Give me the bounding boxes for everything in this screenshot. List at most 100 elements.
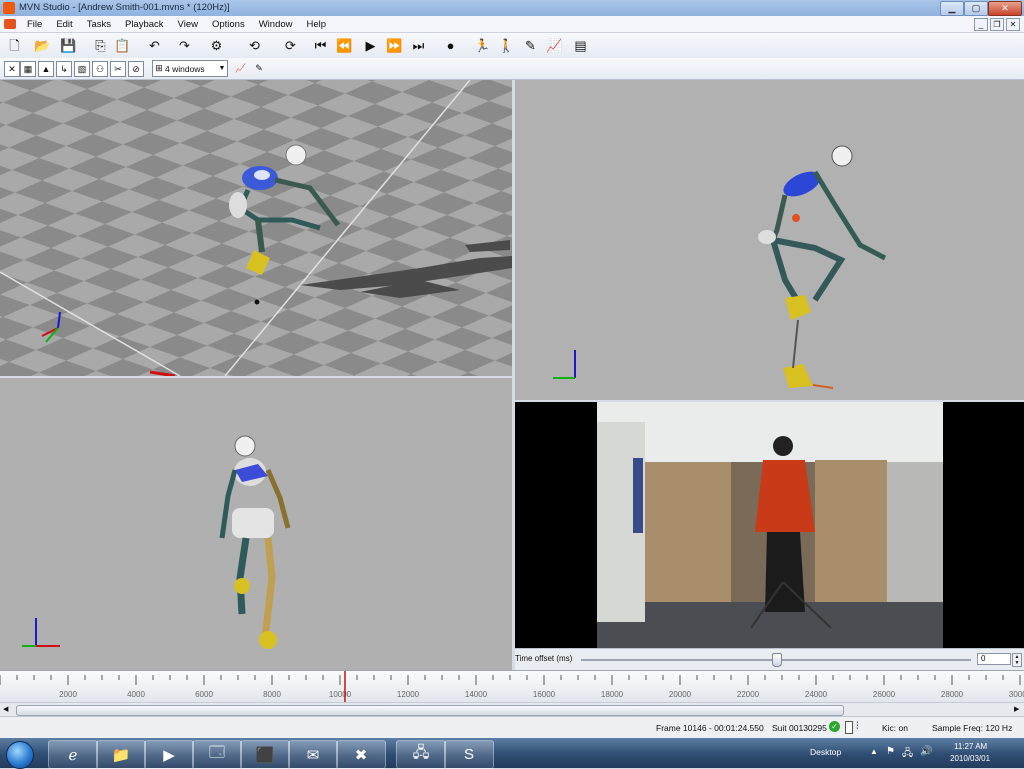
- perspective-viewport[interactable]: [0, 80, 512, 376]
- window-layout-select[interactable]: ⊞ 4 windows ▼: [152, 60, 228, 77]
- next-frame-icon[interactable]: ⏩: [386, 37, 403, 54]
- image-icon[interactable]: ▧: [74, 61, 90, 77]
- first-frame-icon[interactable]: ⏮: [312, 37, 329, 54]
- skeleton-icon[interactable]: ⚇: [92, 61, 108, 77]
- menu-bar: File Edit Tasks Playback View Options Wi…: [0, 16, 1024, 33]
- scroll-left-arrow[interactable]: ◀: [3, 705, 8, 713]
- taskbar-pdf-icon[interactable]: ⬛: [240, 740, 290, 769]
- save-icon[interactable]: 💾: [60, 37, 77, 54]
- close-button[interactable]: ✕: [988, 1, 1022, 16]
- timeline-tick-label: 30000: [1009, 690, 1024, 699]
- time-offset-input[interactable]: 0: [977, 653, 1011, 665]
- taskbar-mvn-icon[interactable]: ✖: [336, 740, 386, 769]
- network-icon[interactable]: 🖧: [902, 746, 913, 763]
- doc-close-button[interactable]: ✕: [1006, 18, 1020, 31]
- scroll-right-arrow[interactable]: ▶: [1014, 705, 1019, 713]
- time-offset-spinner[interactable]: ▲ ▼: [1012, 653, 1022, 667]
- scrollbar-thumb[interactable]: [16, 705, 844, 716]
- new-file-icon[interactable]: 🗋: [6, 37, 23, 54]
- edit-icon[interactable]: ✎: [522, 37, 539, 54]
- status-kic: Kic: on: [882, 723, 908, 733]
- show-hidden-icons-icon[interactable]: ▲: [870, 747, 878, 756]
- taskbar-mail-icon[interactable]: ✉: [288, 740, 338, 769]
- calibrate-icon[interactable]: ⚙: [208, 37, 225, 54]
- doc-restore-button[interactable]: ❐: [990, 18, 1004, 31]
- play-icon[interactable]: ▶: [362, 37, 379, 54]
- pencil-icon[interactable]: ✎: [252, 61, 266, 75]
- document-icon[interactable]: [4, 19, 16, 29]
- menu-help[interactable]: Help: [300, 19, 334, 30]
- graph-icon[interactable]: 📈: [546, 37, 563, 54]
- triangle-icon[interactable]: ▲: [38, 61, 54, 77]
- paste-icon[interactable]: 📋: [114, 37, 131, 54]
- taskbar-network-icon[interactable]: 🖧: [396, 740, 446, 769]
- video-viewport[interactable]: [515, 402, 1024, 648]
- body-dimensions-icon[interactable]: 🏃: [474, 37, 491, 54]
- menu-options[interactable]: Options: [205, 19, 252, 30]
- minimize-button[interactable]: ▁: [940, 1, 964, 16]
- status-bar: Frame 10146 - 00:01:24.550 Suit 00130295…: [0, 716, 1024, 739]
- timeline-tick-label: 24000: [805, 690, 828, 699]
- clock-time[interactable]: 11:27 AM: [954, 742, 987, 751]
- record-icon[interactable]: ●: [442, 37, 459, 54]
- clock-date[interactable]: 2010/03/01: [950, 754, 990, 763]
- taskbar-skype-icon[interactable]: S: [444, 740, 494, 769]
- menu-view[interactable]: View: [171, 19, 205, 30]
- timeline-tick-label: 20000: [669, 690, 692, 699]
- taskbar-media-player-icon[interactable]: ▶: [144, 740, 194, 769]
- no-entry-icon[interactable]: ⊘: [128, 61, 144, 77]
- timeline-tick-label: 22000: [737, 690, 760, 699]
- taskbar-window-icon[interactable]: 🗔: [192, 740, 242, 769]
- chart-icon[interactable]: 📈: [234, 61, 248, 75]
- menu-file[interactable]: File: [20, 19, 49, 30]
- flag-icon[interactable]: ⚑: [886, 746, 895, 757]
- menu-playback[interactable]: Playback: [118, 19, 171, 30]
- undo-icon[interactable]: ↶: [146, 37, 163, 54]
- timeline-scrollbar[interactable]: ◀ ▶: [0, 702, 1024, 717]
- document-window-controls: _ ❐ ✕: [974, 18, 1020, 31]
- reset-icon[interactable]: ⟲: [246, 37, 263, 54]
- battery-icon: [845, 721, 853, 734]
- chevron-down-icon: ▼: [218, 65, 226, 72]
- maximize-button[interactable]: ▢: [964, 1, 988, 16]
- start-button[interactable]: [6, 741, 34, 769]
- panel-icon[interactable]: ▤: [572, 37, 589, 54]
- tools-icon[interactable]: ✂: [110, 61, 126, 77]
- timeline-tick-label: 26000: [873, 690, 896, 699]
- status-frame: Frame 10146 - 00:01:24.550: [656, 723, 764, 733]
- timeline-tick-label: 12000: [397, 690, 420, 699]
- side-viewport[interactable]: [515, 80, 1024, 400]
- doc-minimize-button[interactable]: _: [974, 18, 988, 31]
- timeline-ruler: 2000 4000 6000 8000 10000 12000 14000 16000 1800…: [0, 671, 1024, 703]
- desktop-toolbar[interactable]: Desktop: [810, 747, 841, 757]
- taskbar-explorer-icon[interactable]: 📁: [96, 740, 146, 769]
- copy-icon[interactable]: ⎘: [92, 37, 109, 54]
- time-offset-label: Time offset (ms): [515, 654, 573, 663]
- timeline[interactable]: 2000 4000 6000 8000 10000 12000 14000 16000 1800…: [0, 670, 1024, 703]
- redo-icon[interactable]: ↷: [176, 37, 193, 54]
- last-frame-icon[interactable]: ⏭: [410, 37, 427, 54]
- character-icon[interactable]: 🚶: [498, 37, 515, 54]
- menu-edit[interactable]: Edit: [49, 19, 79, 30]
- status-suit: Suit 00130295: [772, 723, 827, 733]
- system-tray: Desktop ▲ ⚑ 🖧 🔊 11:27 AM 2010/03/01: [810, 738, 1024, 768]
- menu-tasks[interactable]: Tasks: [80, 19, 118, 30]
- view-toolbar: ⊞ 4 windows ▼ ✕ ▦ ▲ ↳ ▧ ⚇ ✂ ⊘ 📈 ✎: [0, 58, 1024, 80]
- previous-frame-icon[interactable]: ⏪: [336, 37, 353, 54]
- sync-icon[interactable]: ⟳: [282, 37, 299, 54]
- timeline-tick-label: 18000: [601, 690, 624, 699]
- perspective-scene: [0, 80, 512, 376]
- main-toolbar: 🗋 📂 💾 ⎘ 📋 ↶ ↷ ⚙ ⟲ ⟳ ⏮ ⏪ ▶ ⏩ ⏭ ● 🏃 🚶 ✎ 📈 ▤: [0, 33, 1024, 59]
- grid-icon[interactable]: ▦: [20, 61, 36, 77]
- open-folder-icon[interactable]: 📂: [34, 37, 51, 54]
- cross-icon[interactable]: ✕: [4, 61, 20, 77]
- front-viewport[interactable]: [0, 378, 512, 670]
- taskbar-ie-icon[interactable]: ℯ: [48, 740, 98, 769]
- timeline-tick-label: 2000: [59, 690, 77, 699]
- volume-icon[interactable]: 🔊: [920, 746, 932, 757]
- axis-icon[interactable]: ↳: [56, 61, 72, 77]
- menu-window[interactable]: Window: [252, 19, 300, 30]
- timeline-tick-label: 4000: [127, 690, 145, 699]
- timeline-tick-label: 28000: [941, 690, 964, 699]
- time-offset-slider-thumb[interactable]: [772, 653, 782, 667]
